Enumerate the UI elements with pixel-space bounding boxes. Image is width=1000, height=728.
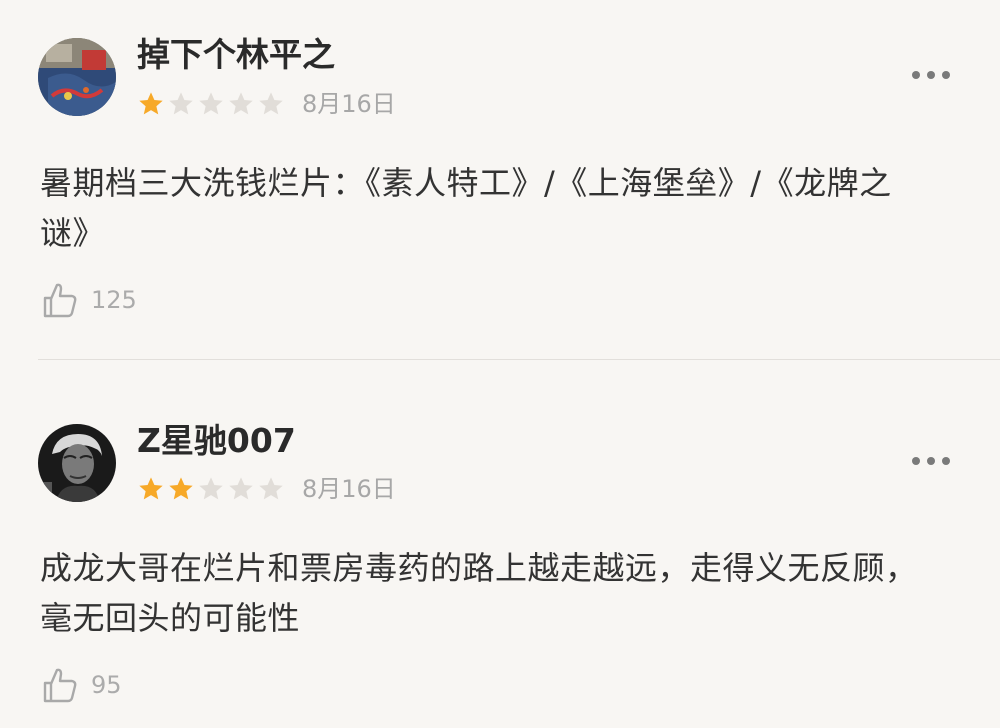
star-empty-icon [199,477,223,500]
like-button[interactable]: 125 [42,280,137,320]
review-date: 8月16日 [302,475,396,503]
star-empty-icon [199,92,223,115]
star-empty-icon [259,477,283,500]
thumbs-up-icon [43,283,77,318]
star-empty-icon [169,92,193,115]
username[interactable]: Z星驰007 [137,421,296,461]
star-filled-icon [169,477,193,500]
star-empty-icon [229,92,253,115]
thumbs-up-icon [43,668,77,703]
review-date: 8月16日 [302,90,396,118]
review-text: 成龙大哥在烂片和票房毒药的路上越走越远，走得义无反顾，毫无回头的可能性 [40,549,918,637]
user-avatar[interactable] [38,38,116,116]
star-rating [137,90,287,118]
star-rating [137,475,287,503]
star-filled-icon [139,92,163,115]
like-button[interactable]: 95 [42,665,122,705]
more-options-icon[interactable] [912,69,950,81]
user-avatar[interactable] [38,424,116,502]
review-text: 暑期档三大洗钱烂片：《素人特工》/《上海堡垒》/《龙牌之谜》 [40,164,892,252]
more-options-icon[interactable] [912,455,950,467]
star-filled-icon [139,477,163,500]
like-count: 125 [91,286,137,314]
review-divider [38,359,1000,360]
like-count: 95 [91,671,122,699]
star-empty-icon [229,477,253,500]
username[interactable]: 掉下个林平之 [137,35,335,75]
star-empty-icon [259,92,283,115]
